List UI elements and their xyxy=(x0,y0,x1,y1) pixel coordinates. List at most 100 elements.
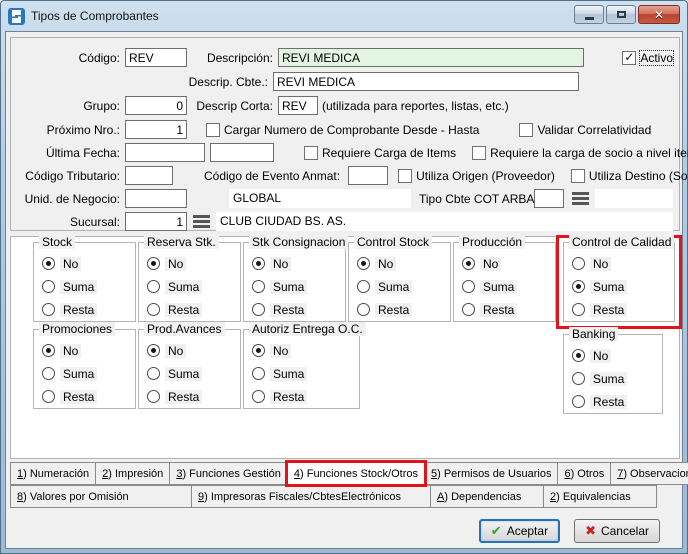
close-icon: ✕ xyxy=(654,8,664,22)
group-title: Prod.Avances xyxy=(144,322,225,336)
group-title: Stk Consignacion xyxy=(249,235,348,249)
activo-checkbox-box[interactable]: ✓ xyxy=(622,51,636,65)
radio-banking-suma[interactable]: Suma xyxy=(572,369,627,388)
radio-autoriz-no[interactable]: No xyxy=(252,341,307,360)
requiere-socio-item-checkbox-box[interactable] xyxy=(472,146,486,160)
descrip-corta-hint: (utilizada para reportes, listas, etc.) xyxy=(322,99,509,113)
header-form-panel: Código: Descripción: ✓ Activo Descrip. C… xyxy=(10,37,680,231)
utiliza-origen-checkbox-box[interactable] xyxy=(398,169,412,183)
codigo-anmat-input[interactable] xyxy=(348,166,388,185)
cargar-numero-checkbox-box[interactable] xyxy=(206,123,220,137)
requiere-socio-item-checkbox[interactable]: Requiere la carga de socio a nivel item xyxy=(472,146,688,160)
utiliza-origen-checkbox[interactable]: Utiliza Origen (Proveedor) xyxy=(398,169,555,183)
aceptar-button[interactable]: ✔ Aceptar xyxy=(479,519,560,543)
radio-prod-avances-suma[interactable]: Suma xyxy=(147,364,202,383)
group-title: Control de Calidad xyxy=(569,235,674,249)
radio-promociones-resta[interactable]: Resta xyxy=(42,387,97,406)
unid-negocio-input[interactable] xyxy=(125,189,187,208)
radio-banking-resta[interactable]: Resta xyxy=(572,392,627,411)
radio-stock-suma[interactable]: Suma xyxy=(42,277,97,296)
descrip-corta-label: Descrip Corta: xyxy=(187,99,278,113)
radio-produccion-resta[interactable]: Resta xyxy=(462,300,517,319)
group-box-reserva-stk: Reserva Stk. No Suma Resta xyxy=(138,242,241,322)
radio-consignacion-resta[interactable]: Resta xyxy=(252,300,307,319)
descrip-corta-input[interactable] xyxy=(278,96,318,115)
utiliza-destino-checkbox[interactable]: Utiliza Destino (Socio) xyxy=(571,169,688,183)
proximo-nro-input[interactable] xyxy=(125,120,187,139)
tab-permisos-usuarios[interactable]: 5) Permisos de Usuarios xyxy=(424,462,558,485)
tab-equivalencias[interactable]: 2) Equivalencias xyxy=(543,485,657,508)
tab-impresion[interactable]: 2) Impresión xyxy=(95,462,170,485)
tab-row-1: 1) Numeración 2) Impresión 3) Funciones … xyxy=(10,462,680,485)
group-box-stk-consignacion: Stk Consignacion No Suma Resta xyxy=(243,242,346,322)
radio-calidad-no[interactable]: No xyxy=(572,254,627,273)
activo-checkbox[interactable]: ✓ Activo xyxy=(622,51,673,65)
codigo-input[interactable] xyxy=(125,48,187,67)
sucursal-display: CLUB CIUDAD BS. AS. xyxy=(216,212,673,231)
titlebar[interactable]: Tipos de Comprobantes ✕ xyxy=(1,1,687,31)
group-box-produccion: Producción No Suma Resta xyxy=(453,242,556,322)
close-button[interactable]: ✕ xyxy=(638,5,680,24)
radio-reserva-no[interactable]: No xyxy=(147,254,202,273)
tab-impresoras-fiscales[interactable]: 9) Impresoras Fiscales/CbtesElectrónicos xyxy=(191,485,431,508)
radio-prod-avances-resta[interactable]: Resta xyxy=(147,387,202,406)
tab-funciones-gestion[interactable]: 3) Funciones Gestión xyxy=(169,462,288,485)
sucursal-input[interactable] xyxy=(125,212,187,231)
group-box-autoriz-entrega-oc: Autoriz Entrega O.C. No Suma Resta xyxy=(243,329,360,409)
radio-stock-resta[interactable]: Resta xyxy=(42,300,97,319)
descrip-cbte-input[interactable] xyxy=(273,72,579,91)
aceptar-button-label: Aceptar xyxy=(507,524,548,538)
app-logo-icon xyxy=(8,8,25,25)
radio-autoriz-resta[interactable]: Resta xyxy=(252,387,307,406)
radio-calidad-resta[interactable]: Resta xyxy=(572,300,627,319)
radio-promociones-suma[interactable]: Suma xyxy=(42,364,97,383)
tab-valores-por-omision[interactable]: 8) Valores por Omisión xyxy=(10,485,192,508)
validar-correlatividad-label: Validar Correlatividad xyxy=(537,123,651,137)
tab-numeracion[interactable]: 1) Numeración xyxy=(10,462,96,485)
tab-observaciones[interactable]: 7) Observaciones xyxy=(610,462,688,485)
cargar-numero-checkbox[interactable]: Cargar Numero de Comprobante Desde - Has… xyxy=(206,123,479,137)
radio-consignacion-suma[interactable]: Suma xyxy=(252,277,307,296)
requiere-carga-items-checkbox-box[interactable] xyxy=(304,146,318,160)
codigo-tributario-input[interactable] xyxy=(125,166,173,185)
group-title: Stock xyxy=(39,235,75,249)
minimize-button[interactable] xyxy=(574,5,604,24)
group-title: Control Stock xyxy=(354,235,432,249)
radio-produccion-no[interactable]: No xyxy=(462,254,517,273)
cancelar-button[interactable]: ✖ Cancelar xyxy=(574,519,660,543)
radio-prod-avances-no[interactable]: No xyxy=(147,341,202,360)
tab-row-2: 8) Valores por Omisión 9) Impresoras Fis… xyxy=(10,485,680,508)
radio-banking-no[interactable]: No xyxy=(572,346,627,365)
tab-otros[interactable]: 6) Otros xyxy=(557,462,611,485)
radio-reserva-suma[interactable]: Suma xyxy=(147,277,202,296)
cot-arba-input[interactable] xyxy=(534,189,564,208)
requiere-carga-items-checkbox[interactable]: Requiere Carga de Items xyxy=(304,146,456,160)
radio-autoriz-suma[interactable]: Suma xyxy=(252,364,307,383)
utiliza-destino-checkbox-box[interactable] xyxy=(571,169,585,183)
ultima-fecha-input-1[interactable] xyxy=(125,143,205,162)
radio-reserva-resta[interactable]: Resta xyxy=(147,300,202,319)
radio-control-stock-resta[interactable]: Resta xyxy=(357,300,412,319)
descripcion-input[interactable] xyxy=(278,48,584,67)
validar-correlatividad-checkbox-box[interactable] xyxy=(519,123,533,137)
descripcion-label: Descripción: xyxy=(187,51,278,65)
cot-arba-menu-icon[interactable] xyxy=(572,192,589,205)
radio-control-stock-no[interactable]: No xyxy=(357,254,412,273)
radio-calidad-suma[interactable]: Suma xyxy=(572,277,627,296)
unid-negocio-label: Unid. de Negocio: xyxy=(17,192,125,206)
radio-control-stock-suma[interactable]: Suma xyxy=(357,277,412,296)
tab-dependencias[interactable]: A) Dependencias xyxy=(430,485,544,508)
maximize-icon xyxy=(617,11,626,18)
utiliza-origen-label: Utiliza Origen (Proveedor) xyxy=(416,169,555,183)
maximize-button[interactable] xyxy=(606,5,636,24)
grupo-input[interactable] xyxy=(125,96,187,115)
ultima-fecha-input-2[interactable] xyxy=(210,143,274,162)
radio-consignacion-no[interactable]: No xyxy=(252,254,307,273)
tab-funciones-stock-otros-active-highlighted[interactable]: 4) Funciones Stock/Otros xyxy=(287,462,425,485)
validar-correlatividad-checkbox[interactable]: Validar Correlatividad xyxy=(519,123,651,137)
descrip-cbte-label: Descrip. Cbte.: xyxy=(17,75,273,89)
radio-produccion-suma[interactable]: Suma xyxy=(462,277,517,296)
radio-promociones-no[interactable]: No xyxy=(42,341,97,360)
sucursal-menu-icon[interactable] xyxy=(193,215,210,228)
radio-stock-no[interactable]: No xyxy=(42,254,97,273)
